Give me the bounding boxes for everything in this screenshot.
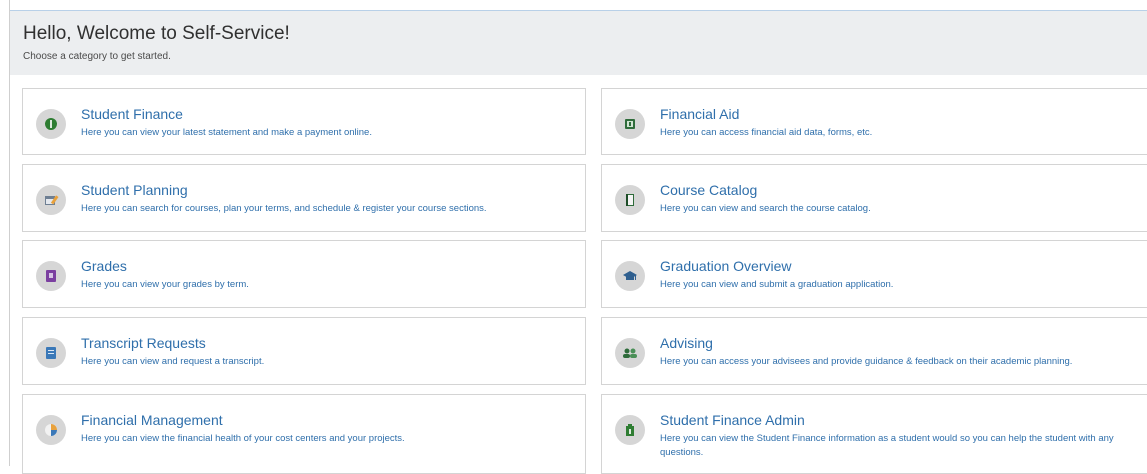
graduation-cap-icon <box>615 261 645 291</box>
card-student-finance[interactable]: Student Finance Here you can view your l… <box>22 88 586 155</box>
grade-report-icon <box>36 261 66 291</box>
card-description: Here you can view the financial health o… <box>81 433 405 444</box>
card-title: Financial Management <box>81 412 223 428</box>
card-description: Here you can view your grades by term. <box>81 279 249 290</box>
card-title: Student Finance Admin <box>660 412 805 428</box>
card-title: Transcript Requests <box>81 335 206 351</box>
card-description: Here you can view your latest statement … <box>81 127 372 138</box>
admin-finance-icon <box>615 415 645 445</box>
card-student-planning[interactable]: Student Planning Here you can search for… <box>22 164 586 232</box>
book-icon <box>615 185 645 215</box>
card-title: Student Finance <box>81 106 183 122</box>
card-title: Course Catalog <box>660 182 758 198</box>
card-title: Graduation Overview <box>660 258 792 274</box>
card-advising[interactable]: Advising Here you can access your advise… <box>601 317 1147 385</box>
card-title: Grades <box>81 258 127 274</box>
people-icon <box>615 338 645 368</box>
page-title: Hello, Welcome to Self-Service! <box>23 23 290 44</box>
card-description: Here you can access your advisees and pr… <box>660 356 1073 367</box>
card-title: Student Planning <box>81 182 188 198</box>
money-icon <box>615 109 645 139</box>
card-description: Here you can view and submit a graduatio… <box>660 279 894 290</box>
pie-chart-icon <box>36 415 66 445</box>
card-description: Here you can access financial aid data, … <box>660 127 873 138</box>
card-title: Financial Aid <box>660 106 740 122</box>
card-description: Here you can view and request a transcri… <box>81 356 265 367</box>
card-description: Here you can search for courses, plan yo… <box>81 203 487 214</box>
card-student-finance-admin[interactable]: Student Finance Admin Here you can view … <box>601 394 1147 474</box>
card-course-catalog[interactable]: Course Catalog Here you can view and sea… <box>601 164 1147 232</box>
card-grades[interactable]: Grades Here you can view your grades by … <box>22 240 586 308</box>
card-description: Here you can view the Student Finance in… <box>660 433 1114 458</box>
welcome-header: Hello, Welcome to Self-Service! Choose a… <box>10 10 1147 75</box>
transcript-icon <box>36 338 66 368</box>
card-financial-aid[interactable]: Financial Aid Here you can access financ… <box>601 88 1147 155</box>
card-description: Here you can view and search the course … <box>660 203 871 214</box>
card-financial-management[interactable]: Financial Management Here you can view t… <box>22 394 586 474</box>
card-transcript-requests[interactable]: Transcript Requests Here you can view an… <box>22 317 586 385</box>
card-title: Advising <box>660 335 713 351</box>
calendar-icon <box>36 185 66 215</box>
card-graduation-overview[interactable]: Graduation Overview Here you can view an… <box>601 240 1147 308</box>
page-subtitle: Choose a category to get started. <box>23 51 171 62</box>
dollar-coin-icon <box>36 109 66 139</box>
